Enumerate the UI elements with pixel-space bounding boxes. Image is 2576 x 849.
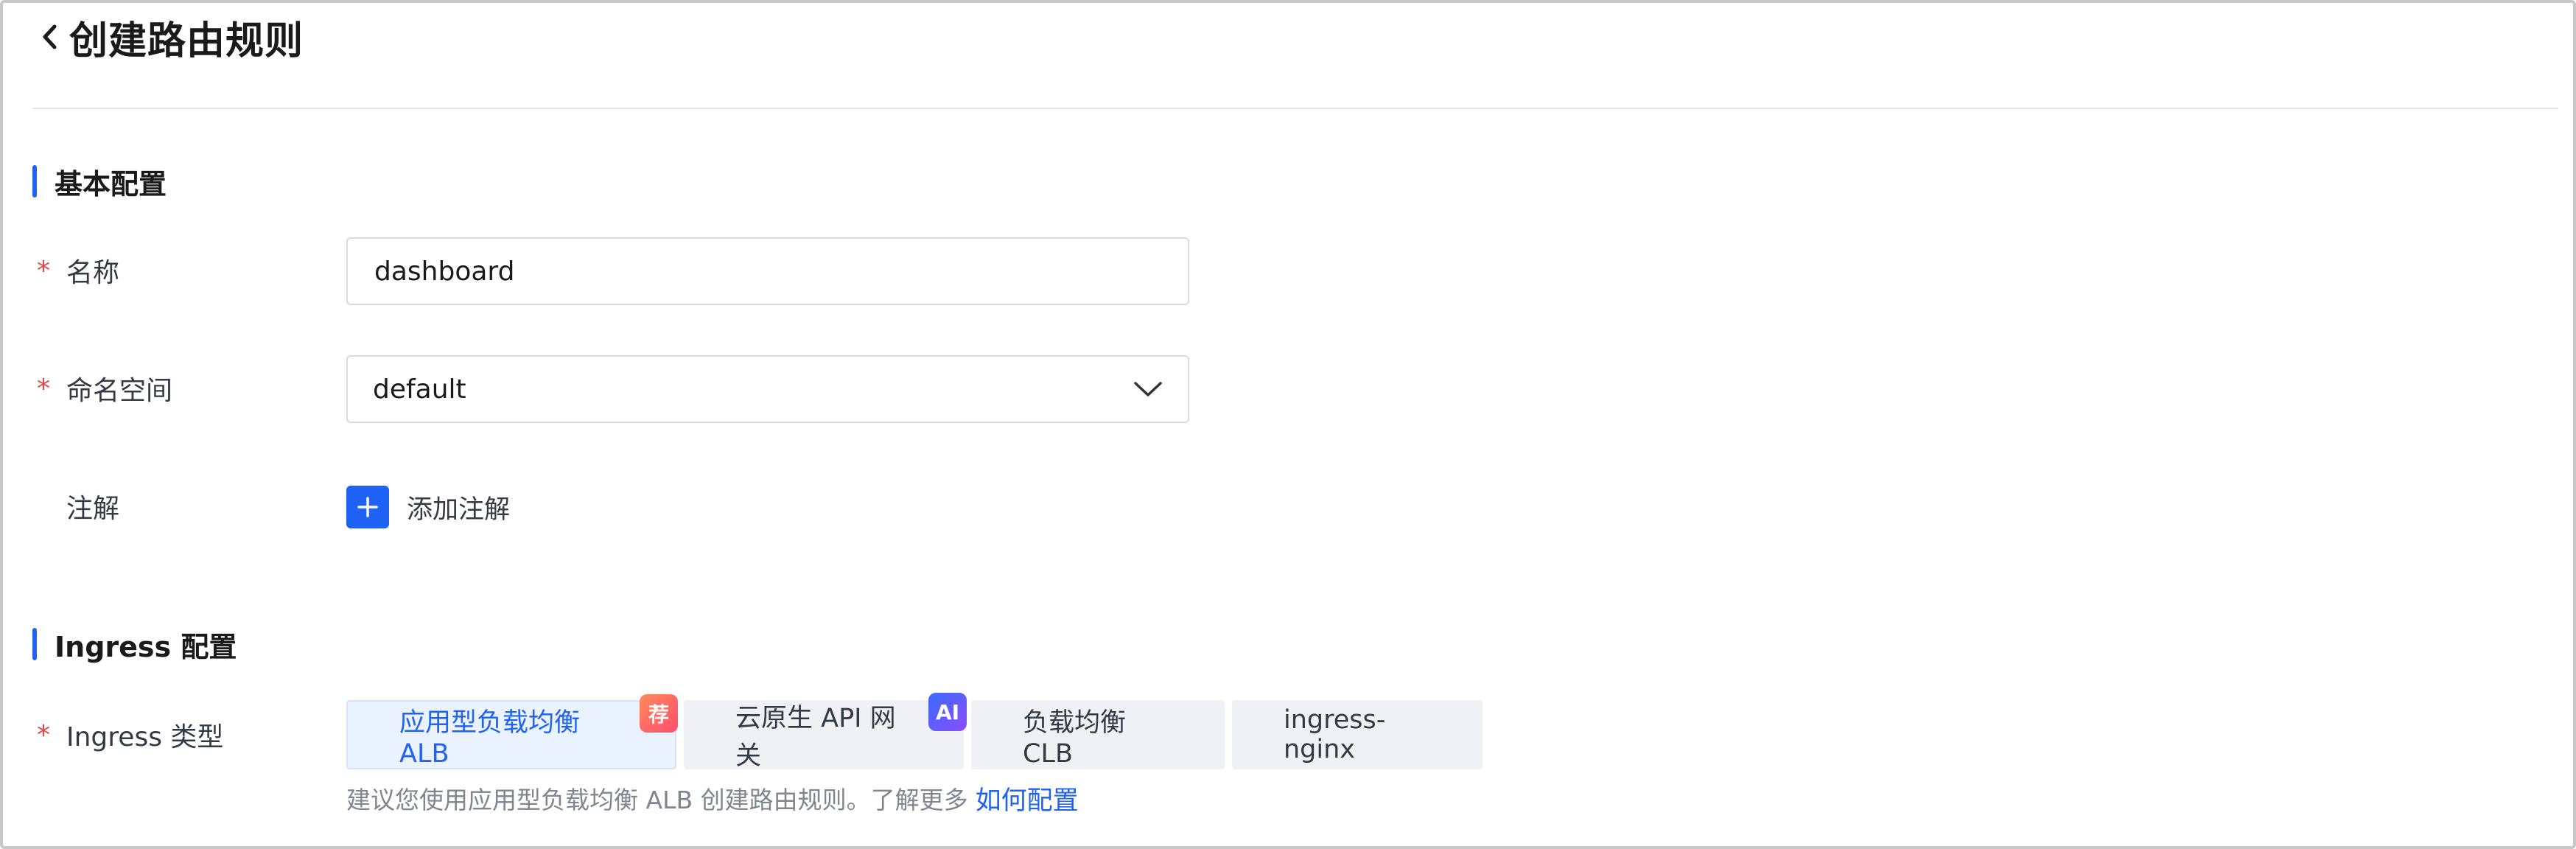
ingress-type-label: * Ingress 类型 xyxy=(37,716,223,753)
required-mark: * xyxy=(37,255,50,286)
annotation-label: 注解 xyxy=(37,488,119,525)
header-divider xyxy=(32,108,2558,109)
chevron-down-icon xyxy=(1133,374,1163,405)
hint-text: 建议您使用应用型负载均衡 ALB 创建路由规则。了解更多 xyxy=(346,786,968,814)
section-marker xyxy=(32,628,37,660)
required-mark: * xyxy=(37,373,50,404)
ingress-type-api-gateway-label: 云原生 API 网关 xyxy=(735,704,896,771)
namespace-label: * 命名空间 xyxy=(37,370,172,407)
section-basic-config: 基本配置 xyxy=(32,165,167,200)
ingress-type-clb[interactable]: 负载均衡 CLB xyxy=(971,700,1225,769)
recommended-badge: 荐 xyxy=(640,694,678,733)
plus-icon[interactable] xyxy=(346,486,389,528)
name-label: * 名称 xyxy=(37,252,119,289)
ingress-type-alb-label: 应用型负载均衡 ALB xyxy=(399,708,581,769)
ingress-type-nginx-label: ingress-nginx xyxy=(1284,705,1386,764)
ingress-type-selector: 应用型负载均衡 ALB 荐 云原生 API 网关 AI 负载均衡 CLB ing… xyxy=(346,693,1483,771)
namespace-select[interactable]: default xyxy=(346,355,1189,423)
ingress-type-label-text: Ingress 类型 xyxy=(66,722,224,752)
page-header: 创建路由规则 xyxy=(41,7,304,66)
section-ingress-title: Ingress 配置 xyxy=(55,630,237,663)
add-annotation-label: 添加注解 xyxy=(407,495,511,525)
name-input[interactable] xyxy=(346,237,1189,305)
namespace-select-value: default xyxy=(373,374,466,405)
page-title: 创建路由规则 xyxy=(69,18,304,63)
name-label-text: 名称 xyxy=(66,258,120,288)
ingress-type-hint: 建议您使用应用型负载均衡 ALB 创建路由规则。了解更多 如何配置 xyxy=(346,780,1079,817)
ingress-type-api-gateway[interactable]: 云原生 API 网关 AI xyxy=(684,693,967,771)
ingress-type-alb[interactable]: 应用型负载均衡 ALB 荐 xyxy=(346,694,678,769)
ingress-type-clb-label: 负载均衡 CLB xyxy=(1023,708,1127,769)
annotation-label-text: 注解 xyxy=(66,494,120,524)
add-annotation-button[interactable]: 添加注解 xyxy=(346,486,510,528)
how-to-configure-link[interactable]: 如何配置 xyxy=(976,780,1079,817)
namespace-label-text: 命名空间 xyxy=(66,376,173,406)
required-mark: * xyxy=(37,719,50,750)
ingress-type-nginx[interactable]: ingress-nginx xyxy=(1232,700,1483,769)
chevron-left-icon[interactable] xyxy=(41,15,69,59)
section-basic-title: 基本配置 xyxy=(55,167,167,200)
ai-badge: AI xyxy=(928,693,967,731)
section-marker xyxy=(32,165,37,198)
section-ingress-config: Ingress 配置 xyxy=(32,628,237,663)
